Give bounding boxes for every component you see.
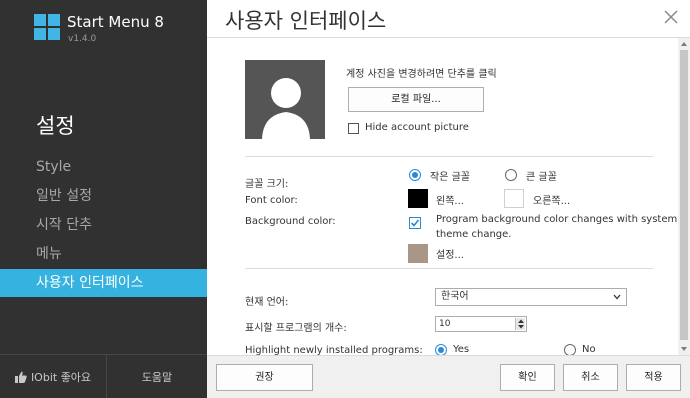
highlight-label: Highlight newly installed programs: xyxy=(245,345,423,355)
sidebar-title: 설정 xyxy=(36,114,75,138)
ok-button[interactable]: 확인 xyxy=(500,364,555,391)
background-color-label: Background color: xyxy=(245,216,336,227)
sidebar-item-user-interface[interactable]: 사용자 인터페이스 xyxy=(0,269,207,297)
windows-logo-icon xyxy=(34,14,60,40)
close-button[interactable] xyxy=(660,6,682,28)
sidebar-item-general[interactable]: 일반 설정 xyxy=(0,182,207,210)
triangle-up-icon xyxy=(681,42,687,46)
bg-follow-theme-label-line2: theme change. xyxy=(436,229,512,240)
program-count-label: 표시할 프로그램의 개수: xyxy=(245,323,347,334)
language-select[interactable]: 한국어 xyxy=(435,288,627,306)
thumbs-up-icon xyxy=(14,371,27,383)
hide-picture-label: Hide account picture xyxy=(365,122,469,133)
font-size-large-radio[interactable] xyxy=(505,169,517,181)
scroll-down-button[interactable] xyxy=(678,343,690,355)
program-count-stepper[interactable]: 10 xyxy=(435,316,527,332)
hide-picture-checkbox[interactable] xyxy=(348,123,359,134)
program-count-value: 10 xyxy=(439,319,451,329)
highlight-yes-radio[interactable] xyxy=(435,344,447,355)
font-size-small-radio[interactable] xyxy=(409,169,421,181)
background-settings-label[interactable]: 설정... xyxy=(436,246,464,261)
like-button[interactable]: IObit 좋아요 xyxy=(0,355,106,398)
sidebar-footer: IObit 좋아요 도움말 xyxy=(0,354,207,398)
apply-button[interactable]: 적용 xyxy=(626,364,681,391)
recommend-button[interactable]: 권장 xyxy=(216,364,313,391)
font-size-label: 글꼴 크기: xyxy=(245,179,289,190)
app-version: v1.4.0 xyxy=(68,34,97,44)
scroll-thumb[interactable] xyxy=(680,50,688,340)
page-title: 사용자 인터페이스 xyxy=(225,9,387,33)
font-color-left-swatch[interactable] xyxy=(408,189,428,208)
bg-follow-theme-label-line1: Program background color changes with sy… xyxy=(436,214,678,225)
scroll-up-button[interactable] xyxy=(678,38,690,50)
font-color-right-label[interactable]: 오른쪽... xyxy=(533,192,570,207)
font-size-large-label: 큰 글꼴 xyxy=(526,172,557,183)
vertical-scrollbar[interactable] xyxy=(678,38,690,355)
highlight-no-label: No xyxy=(582,344,596,355)
help-button[interactable]: 도움말 xyxy=(106,355,207,398)
sidebar: Start Menu 8 v1.4.0 설정 Style 일반 설정 시작 단추… xyxy=(0,0,207,398)
action-bar: 권장 확인 취소 적용 xyxy=(207,355,690,398)
user-silhouette-icon xyxy=(262,78,310,139)
bg-follow-theme-checkbox[interactable] xyxy=(409,217,421,229)
section-divider xyxy=(245,268,653,269)
language-value: 한국어 xyxy=(441,291,469,302)
background-color-swatch[interactable] xyxy=(408,244,428,263)
close-icon xyxy=(664,10,678,24)
font-color-right-swatch[interactable] xyxy=(504,189,524,208)
section-divider xyxy=(245,156,653,157)
sidebar-item-menu[interactable]: 메뉴 xyxy=(0,240,207,268)
account-picture-hint: 계정 사진을 변경하려면 단추를 클릭 xyxy=(346,69,497,80)
local-file-button[interactable]: 로컬 파일... xyxy=(348,87,484,112)
sidebar-item-style[interactable]: Style xyxy=(0,153,207,181)
language-label: 현재 언어: xyxy=(245,297,289,308)
account-picture xyxy=(245,60,325,139)
like-label: IObit 좋아요 xyxy=(30,371,92,384)
checkmark-icon xyxy=(410,219,420,227)
triangle-down-icon xyxy=(681,347,687,351)
stepper-arrows[interactable] xyxy=(515,318,525,330)
app-name: Start Menu 8 xyxy=(67,13,164,31)
sidebar-item-start-button[interactable]: 시작 단추 xyxy=(0,211,207,239)
font-color-left-label[interactable]: 왼쪽... xyxy=(436,192,464,207)
cancel-button[interactable]: 취소 xyxy=(563,364,618,391)
settings-panel: 계정 사진을 변경하려면 단추를 클릭 로컬 파일... Hide accoun… xyxy=(207,38,690,355)
highlight-no-radio[interactable] xyxy=(564,344,576,355)
font-size-small-label: 작은 글꼴 xyxy=(430,172,470,183)
font-color-label: Font color: xyxy=(245,195,298,206)
up-down-arrows-icon xyxy=(518,319,524,329)
chevron-down-icon xyxy=(613,294,621,300)
highlight-yes-label: Yes xyxy=(453,344,470,355)
